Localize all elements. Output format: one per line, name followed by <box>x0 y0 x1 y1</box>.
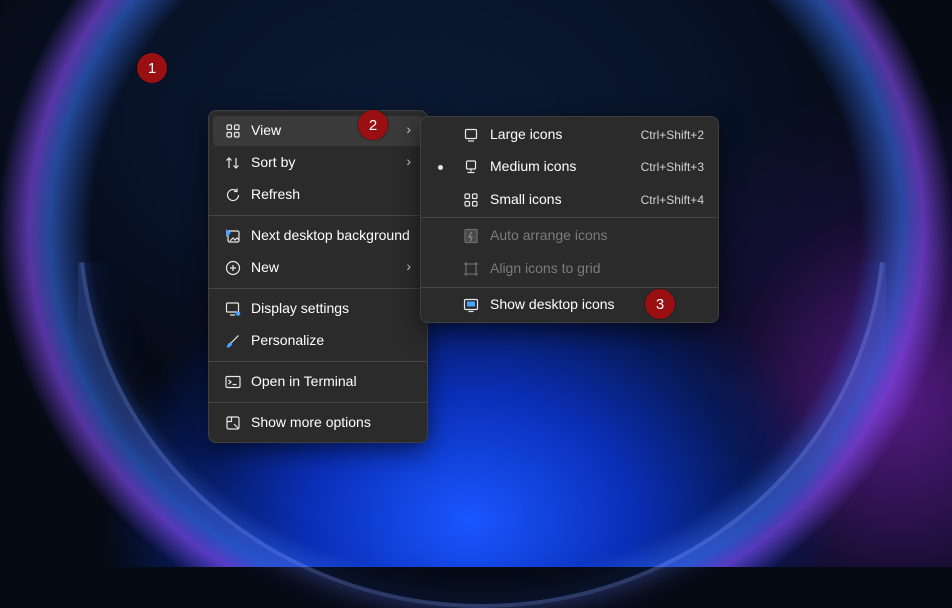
auto-arrange-icon <box>463 228 479 244</box>
more-options-icon <box>225 415 241 431</box>
menu-item-personalize[interactable]: Personalize <box>213 326 423 356</box>
submenu-item-align-icons-to-grid[interactable]: Align icons to grid <box>425 254 714 284</box>
chevron-right-icon: › <box>406 153 411 169</box>
menu-separator <box>209 402 427 403</box>
refresh-icon <box>225 187 241 203</box>
menu-item-show-more-options[interactable]: Show more options <box>213 408 423 438</box>
desktop-context-menu: View › Sort by › Refresh Next desktop ba… <box>208 110 428 443</box>
grid-icon <box>463 192 479 208</box>
brush-icon <box>225 333 241 349</box>
grid-icon <box>225 123 241 139</box>
menu-separator <box>209 215 427 216</box>
menu-separator <box>209 361 427 362</box>
view-submenu: Large icons Ctrl+Shift+2 Medium icons Ct… <box>420 116 719 323</box>
sort-icon <box>225 155 241 171</box>
menu-separator <box>421 217 718 218</box>
menu-item-label: Show more options <box>251 414 371 430</box>
align-grid-icon <box>463 261 479 277</box>
menu-separator <box>421 287 718 288</box>
menu-item-refresh[interactable]: Refresh <box>213 180 423 210</box>
keyboard-shortcut: Ctrl+Shift+2 <box>640 128 704 142</box>
keyboard-shortcut: Ctrl+Shift+3 <box>640 160 704 174</box>
menu-item-open-in-terminal[interactable]: Open in Terminal <box>213 367 423 397</box>
selected-bullet-icon <box>438 165 443 170</box>
step-marker-2: 2 <box>358 110 388 140</box>
menu-item-label: New <box>251 259 280 275</box>
submenu-item-label: Large icons <box>490 126 563 142</box>
menu-separator <box>209 288 427 289</box>
step-marker-3: 3 <box>645 289 675 319</box>
monitor-icon <box>463 127 479 143</box>
menu-item-label: Sort by <box>251 154 296 170</box>
terminal-icon <box>225 374 241 390</box>
next-background-icon <box>225 228 241 244</box>
menu-item-label: Next desktop background <box>251 227 410 243</box>
submenu-item-large-icons[interactable]: Large icons Ctrl+Shift+2 <box>425 120 714 150</box>
submenu-item-label: Auto arrange icons <box>490 227 608 243</box>
step-marker-1: 1 <box>137 53 167 83</box>
keyboard-shortcut: Ctrl+Shift+4 <box>640 193 704 207</box>
chevron-right-icon: › <box>406 258 411 274</box>
menu-item-label: Open in Terminal <box>251 373 357 389</box>
submenu-item-label: Show desktop icons <box>490 296 615 312</box>
show-desktop-icon <box>463 297 479 313</box>
menu-item-label: Display settings <box>251 300 350 316</box>
plus-circle-icon <box>225 260 241 276</box>
menu-item-next-desktop-background[interactable]: Next desktop background <box>213 221 423 251</box>
menu-item-label: Refresh <box>251 186 301 202</box>
menu-item-new[interactable]: New › <box>213 253 423 283</box>
menu-item-view[interactable]: View › <box>213 116 423 146</box>
display-settings-icon <box>225 301 241 317</box>
chevron-right-icon: › <box>406 121 411 137</box>
menu-item-label: View <box>251 122 282 138</box>
submenu-item-auto-arrange-icons[interactable]: Auto arrange icons <box>425 221 714 251</box>
submenu-item-small-icons[interactable]: Small icons Ctrl+Shift+4 <box>425 185 714 215</box>
menu-item-label: Personalize <box>251 332 325 348</box>
monitor-stand-icon <box>463 159 479 175</box>
menu-item-display-settings[interactable]: Display settings <box>213 294 423 324</box>
submenu-item-medium-icons[interactable]: Medium icons Ctrl+Shift+3 <box>425 152 714 182</box>
submenu-item-label: Small icons <box>490 191 562 207</box>
submenu-item-label: Medium icons <box>490 158 577 174</box>
menu-item-sort-by[interactable]: Sort by › <box>213 148 423 178</box>
submenu-item-label: Align icons to grid <box>490 260 601 276</box>
